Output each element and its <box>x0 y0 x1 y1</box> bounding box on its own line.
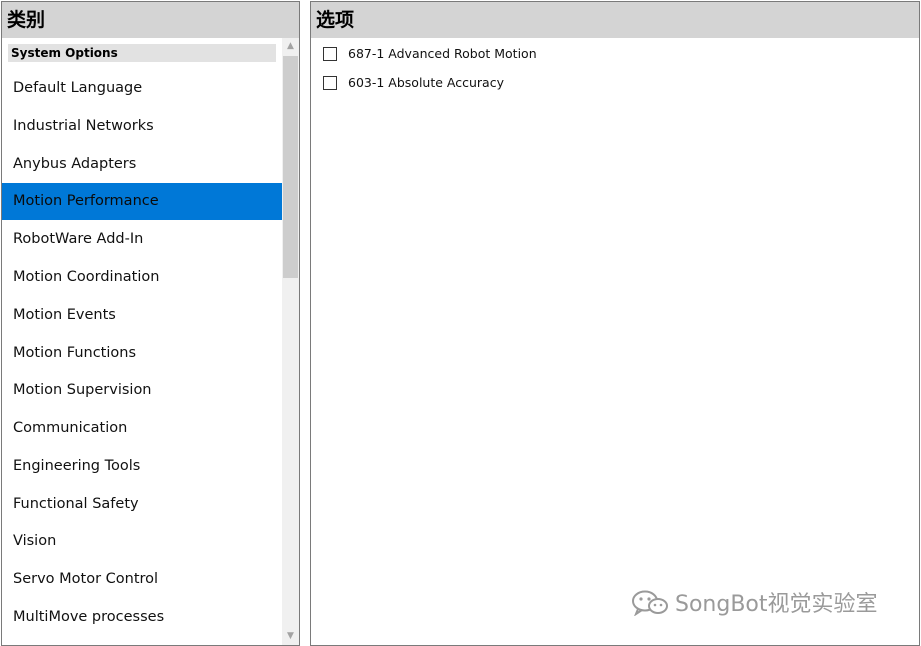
option-checkbox[interactable] <box>323 46 337 61</box>
category-item[interactable]: MultiMove processes <box>2 599 282 636</box>
category-item[interactable]: Vision <box>2 523 282 560</box>
category-item[interactable]: RobotWare Add-In <box>2 221 282 258</box>
category-item[interactable]: Motion Coordination <box>2 259 282 296</box>
category-item[interactable]: Motion Events <box>2 297 282 334</box>
category-item[interactable]: Industrial Networks <box>2 108 282 145</box>
vertical-scrollbar[interactable]: ▲ ▼ <box>282 38 299 645</box>
watermark-text: SongBot视觉实验室 <box>675 592 878 617</box>
options-panel: 选项 687-1 Advanced Robot Motion 603-1 Abs… <box>310 1 920 646</box>
option-label: 603-1 Absolute Accuracy <box>348 75 504 90</box>
category-panel-title: 类别 <box>2 2 299 38</box>
scroll-up-arrow-icon[interactable]: ▲ <box>282 38 299 55</box>
category-list: System Options Default Language Industri… <box>2 38 282 645</box>
wechat-icon <box>632 590 668 617</box>
category-item[interactable]: Anybus Adapters <box>2 146 282 183</box>
group-header-system-options: System Options <box>8 44 276 62</box>
category-item[interactable]: Engineering Tools <box>2 448 282 485</box>
scroll-down-arrow-icon[interactable]: ▼ <box>282 628 299 645</box>
category-item[interactable]: Communication <box>2 410 282 447</box>
category-item[interactable]: Default Language <box>2 70 282 107</box>
category-item[interactable]: Servo Motor Control <box>2 561 282 598</box>
category-panel: 类别 System Options Default Language Indus… <box>1 1 300 646</box>
options-panel-title: 选项 <box>311 2 919 38</box>
scrollbar-thumb[interactable] <box>283 56 298 278</box>
category-item[interactable]: Motion Functions <box>2 335 282 372</box>
option-item[interactable]: 603-1 Absolute Accuracy <box>323 74 504 92</box>
watermark: SongBot视觉实验室 <box>631 588 878 622</box>
option-label: 687-1 Advanced Robot Motion <box>348 46 537 61</box>
category-item[interactable]: Functional Safety <box>2 486 282 523</box>
option-item[interactable]: 687-1 Advanced Robot Motion <box>323 45 537 63</box>
category-item[interactable]: Motion Supervision <box>2 372 282 409</box>
option-checkbox[interactable] <box>323 75 337 90</box>
category-item-selected[interactable]: Motion Performance <box>2 183 282 220</box>
